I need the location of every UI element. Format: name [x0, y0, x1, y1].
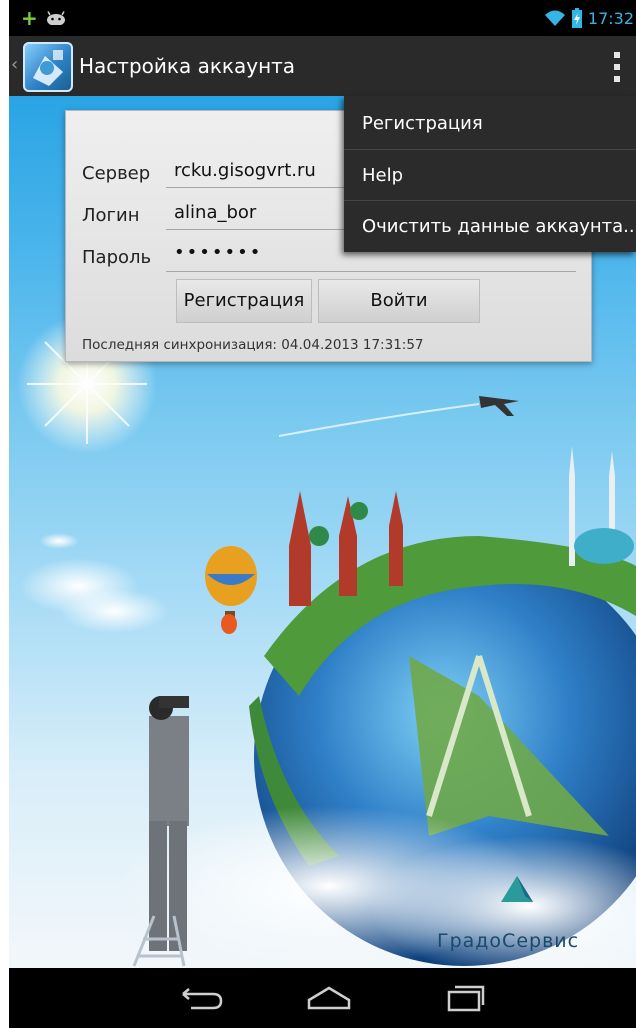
device-screen: + 17:32 ‹ Настройка аккаунта ГрадоСервис… — [9, 0, 636, 1028]
server-label: Сервер — [82, 163, 151, 184]
up-caret-icon[interactable]: ‹ — [11, 54, 18, 75]
server-field[interactable]: rcku.gisogvrt.ru — [174, 160, 316, 181]
overflow-menu: Регистрация Help Очистить данные аккаунт… — [344, 96, 636, 252]
menu-item-help[interactable]: Help — [344, 150, 636, 201]
navigation-bar — [9, 968, 636, 1028]
password-field-underline — [166, 271, 576, 272]
last-sync-label: Последняя синхронизация: 04.04.2013 17:3… — [82, 337, 424, 353]
menu-item-clear-account-data[interactable]: Очистить данные аккаунта... — [344, 201, 636, 252]
app-logo-icon[interactable] — [23, 42, 73, 92]
status-time: 17:32 — [587, 8, 634, 28]
password-label: Пароль — [82, 247, 152, 268]
battery-icon — [571, 8, 582, 28]
wifi-icon — [544, 10, 565, 26]
login-field[interactable]: alina_bor — [174, 202, 256, 223]
menu-item-registration[interactable]: Регистрация — [344, 98, 636, 149]
last-sync-value: 04.04.2013 17:31:57 — [281, 337, 424, 353]
status-bar: + 17:32 — [9, 0, 636, 36]
page-title: Настройка аккаунта — [79, 54, 296, 78]
login-button[interactable]: Войти — [318, 279, 480, 323]
password-field[interactable]: ••••••• — [174, 242, 262, 263]
recent-apps-icon[interactable] — [435, 980, 495, 1016]
login-label: Логин — [82, 205, 140, 226]
overflow-menu-icon[interactable] — [614, 52, 622, 82]
action-bar: ‹ Настройка аккаунта — [9, 36, 636, 96]
plus-icon: + — [21, 6, 38, 30]
home-icon[interactable] — [299, 980, 359, 1016]
brand-logo-text: ГрадоСервис — [437, 930, 580, 952]
android-icon — [46, 11, 65, 25]
last-sync-caption: Последняя синхронизация: — [82, 337, 277, 353]
back-icon[interactable] — [169, 980, 229, 1016]
register-button[interactable]: Регистрация — [176, 279, 312, 323]
